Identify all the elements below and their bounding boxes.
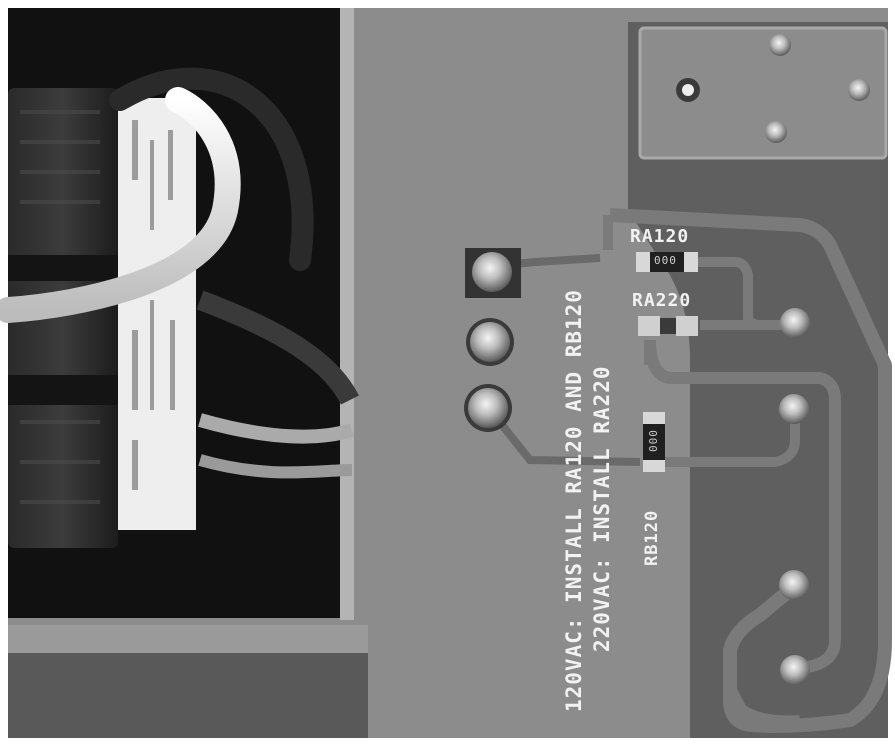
- silk-instruction-120vac: 120VAC: INSTALL RA120 AND RB120: [562, 289, 586, 712]
- ra120-marking: 000: [654, 254, 677, 267]
- silk-instruction-220vac: 220VAC: INSTALL RA220: [590, 365, 614, 652]
- transformer-label: [118, 98, 196, 530]
- empty-footprint-ra220: [638, 316, 698, 336]
- pcb-photo: [0, 0, 895, 746]
- solder-pad: [779, 394, 809, 424]
- silk-ra220: RA220: [632, 290, 692, 311]
- solder-pad: [780, 655, 810, 685]
- board-lower-strip: [8, 650, 368, 738]
- rb120-marking: 000: [647, 429, 660, 452]
- solder-pad: [779, 570, 809, 600]
- solder-pad: [780, 308, 810, 338]
- silk-ra120: RA120: [630, 226, 690, 247]
- silk-rb120: RB120: [642, 509, 662, 566]
